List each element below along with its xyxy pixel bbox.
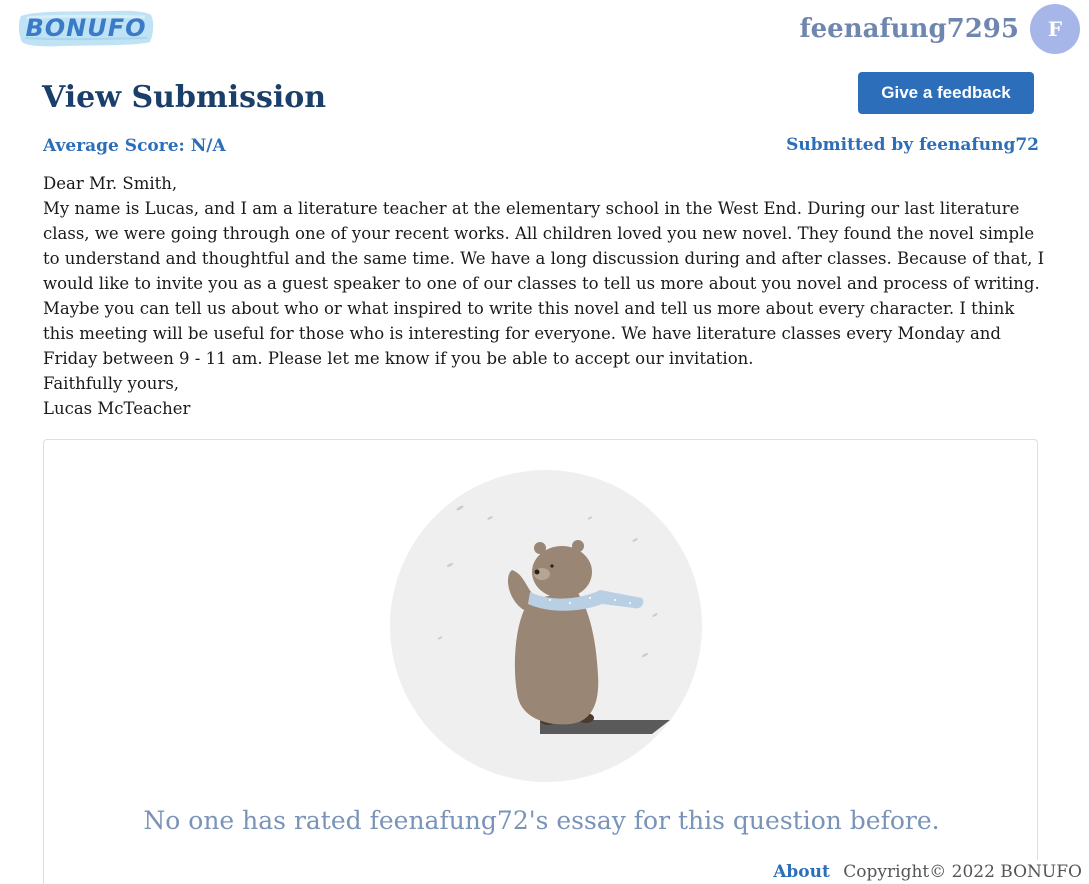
bonufo-logo[interactable]: BONUFO	[17, 6, 155, 50]
footer: About Copyright© 2022 BONUFO	[773, 860, 1082, 884]
submitted-by: Submitted by feenafung72	[786, 135, 1039, 155]
essay-closing: Faithfully yours,	[43, 374, 180, 393]
page: BONUFO feenafung7295 F View Submission G…	[0, 0, 1089, 884]
average-score: Average Score: N/A	[43, 136, 226, 156]
about-link[interactable]: About	[773, 862, 830, 882]
user-avatar[interactable]: F	[1030, 4, 1080, 54]
username[interactable]: feenafung7295	[799, 10, 1019, 48]
essay-signature: Lucas McTeacher	[43, 399, 191, 418]
bear-with-scarf-icon	[390, 470, 702, 782]
essay-body: My name is Lucas, and I am a literature …	[43, 199, 1045, 368]
empty-feedback-message: No one has rated feenafung72's essay for…	[143, 806, 940, 835]
essay-text: Dear Mr. Smith, My name is Lucas, and I …	[43, 171, 1048, 421]
feedback-panel: No one has rated feenafung72's essay for…	[43, 439, 1038, 884]
give-feedback-button[interactable]: Give a feedback	[858, 72, 1034, 114]
page-title: View Submission	[42, 80, 327, 115]
logo-text: BONUFO	[25, 14, 147, 42]
copyright-text: Copyright© 2022 BONUFO	[843, 862, 1082, 882]
essay-greeting: Dear Mr. Smith,	[43, 174, 178, 193]
